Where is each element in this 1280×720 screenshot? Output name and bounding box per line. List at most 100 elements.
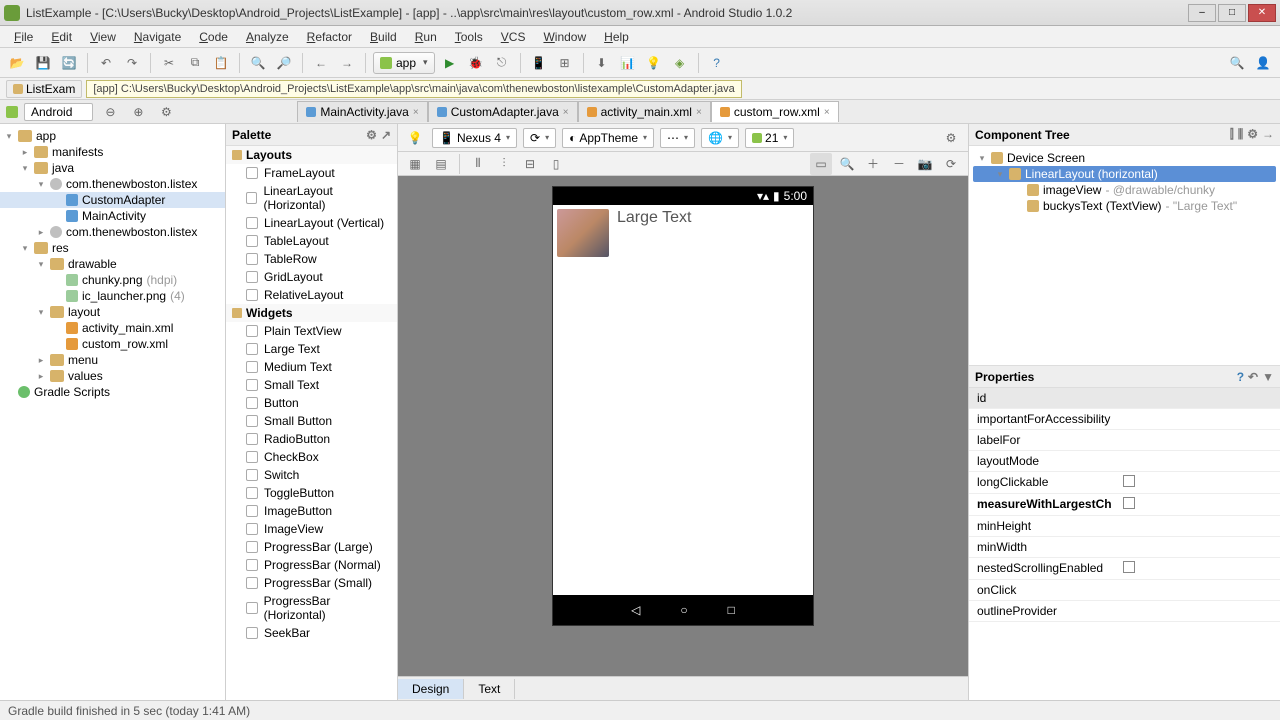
palette-item[interactable]: RadioButton [226, 430, 397, 448]
ct-gear-icon[interactable]: ⚙ [1247, 127, 1258, 142]
theme-dropdown[interactable]: ◐AppTheme [562, 128, 654, 148]
palette-item[interactable]: ProgressBar (Large) [226, 538, 397, 556]
property-row[interactable]: measureWithLargestCh [969, 494, 1280, 516]
tree-item[interactable]: ▾java [0, 160, 225, 176]
designer-tab-text[interactable]: Text [464, 679, 515, 699]
find-icon[interactable]: 🔍 [247, 52, 269, 74]
attach-icon[interactable]: ⎋ [491, 52, 513, 74]
zoom-out-icon[interactable]: － [888, 153, 910, 175]
property-row[interactable]: minWidth [969, 537, 1280, 558]
tab-close-icon[interactable]: × [563, 107, 569, 118]
property-row[interactable]: minHeight [969, 516, 1280, 537]
device-dropdown[interactable]: 📱Nexus 4 [432, 128, 517, 148]
tab-close-icon[interactable]: × [824, 107, 830, 118]
design-canvas[interactable]: ▾▴ ▮ 5:00 Large Text ◁ ○ □ [398, 176, 968, 676]
help-icon[interactable]: ? [706, 52, 728, 74]
palette-gear-icon[interactable]: ⚙ [366, 128, 377, 142]
run-icon[interactable]: ▶ [439, 52, 461, 74]
search-icon[interactable]: 🔍 [1226, 52, 1248, 74]
undo-icon[interactable]: ↶ [95, 52, 117, 74]
tree-item[interactable]: chunky.png (hdpi) [0, 272, 225, 288]
redo-icon[interactable]: ↷ [121, 52, 143, 74]
project-view-selector[interactable]: Android [24, 103, 93, 121]
collapse-all-icon[interactable]: ⫼ [1238, 127, 1244, 142]
menu-build[interactable]: Build [362, 28, 405, 46]
menu-view[interactable]: View [82, 28, 124, 46]
zoom-fit-icon[interactable]: 🔍 [836, 153, 858, 175]
palette-arrow-icon[interactable]: ↗ [381, 128, 391, 142]
tree-item[interactable]: ▾layout [0, 304, 225, 320]
screenshot-icon[interactable]: 📷 [914, 153, 936, 175]
android-small-icon[interactable]: ◈ [669, 52, 691, 74]
textview-preview[interactable]: Large Text [617, 209, 691, 227]
property-row[interactable]: longClickable [969, 472, 1280, 494]
component-tree[interactable]: ▾Device Screen▾LinearLayout (horizontal)… [969, 146, 1280, 366]
tree-item[interactable]: ▾drawable [0, 256, 225, 272]
tree-item[interactable]: ▾res [0, 240, 225, 256]
palette-item[interactable]: ToggleButton [226, 484, 397, 502]
project-tree[interactable]: ▾app▸manifests▾java▾com.thenewboston.lis… [0, 124, 226, 700]
property-row[interactable]: importantForAccessibility [969, 409, 1280, 430]
palette-item[interactable]: Medium Text [226, 358, 397, 376]
light-icon[interactable]: 💡 [404, 127, 426, 149]
expand-icon[interactable]: ⊕ [127, 101, 149, 123]
tree-item[interactable]: CustomAdapter [0, 192, 225, 208]
sync-icon[interactable]: 🔄 [58, 52, 80, 74]
editor-tab[interactable]: custom_row.xml× [711, 101, 839, 122]
palette-item[interactable]: ImageView [226, 520, 397, 538]
property-row[interactable]: outlineProvider [969, 601, 1280, 622]
palette-item[interactable]: LinearLayout (Vertical) [226, 214, 397, 232]
monitor-icon[interactable]: 📊 [617, 52, 639, 74]
debug-icon[interactable]: 🐞 [465, 52, 487, 74]
memory-icon[interactable]: 💡 [643, 52, 665, 74]
palette-item[interactable]: Large Text [226, 340, 397, 358]
menu-file[interactable]: File [6, 28, 41, 46]
api-dropdown[interactable]: 21 [745, 128, 794, 148]
palette-list[interactable]: LayoutsFrameLayoutLinearLayout (Horizont… [226, 146, 397, 700]
palette-item[interactable]: GridLayout [226, 268, 397, 286]
back-icon[interactable]: ← [310, 52, 332, 74]
component-tree-item[interactable]: imageView - @drawable/chunky [973, 182, 1276, 198]
menu-code[interactable]: Code [191, 28, 236, 46]
tree-item[interactable]: ic_launcher.png (4) [0, 288, 225, 304]
menu-run[interactable]: Run [407, 28, 445, 46]
palette-item[interactable]: ProgressBar (Small) [226, 574, 397, 592]
palette-item[interactable]: Plain TextView [226, 322, 397, 340]
expand-all-icon[interactable]: ⫿ [1230, 127, 1234, 142]
cut-icon[interactable]: ✂ [158, 52, 180, 74]
menu-vcs[interactable]: VCS [493, 28, 534, 46]
zoom-in-icon[interactable]: ＋ [862, 153, 884, 175]
palette-item[interactable]: ImageButton [226, 502, 397, 520]
align2-icon[interactable]: ⫶ [493, 153, 515, 175]
grid-icon[interactable]: ▦ [404, 153, 426, 175]
close-button[interactable]: ✕ [1248, 4, 1276, 22]
align4-icon[interactable]: ▯ [545, 153, 567, 175]
tree-item[interactable]: ▾app [0, 128, 225, 144]
collapse-icon[interactable]: ⊖ [99, 101, 121, 123]
palette-item[interactable]: ProgressBar (Horizontal) [226, 592, 397, 624]
property-row[interactable]: nestedScrollingEnabled [969, 558, 1280, 580]
palette-group[interactable]: Widgets [226, 304, 397, 322]
palette-item[interactable]: FrameLayout [226, 164, 397, 182]
tree-item[interactable]: MainActivity [0, 208, 225, 224]
component-tree-item[interactable]: ▾Device Screen [973, 150, 1276, 166]
palette-item[interactable]: Switch [226, 466, 397, 484]
editor-tab[interactable]: CustomAdapter.java× [428, 101, 578, 122]
replace-icon[interactable]: 🔎 [273, 52, 295, 74]
forward-icon[interactable]: → [336, 52, 358, 74]
design-gear-icon[interactable]: ⚙ [940, 127, 962, 149]
component-tree-item[interactable]: buckysText (TextView) - "Large Text" [973, 198, 1276, 214]
prop-filter-icon[interactable]: ▼ [1262, 370, 1274, 384]
activity-dropdown[interactable]: ⋯ [660, 128, 695, 148]
tree-item[interactable]: custom_row.xml [0, 336, 225, 352]
palette-item[interactable]: SeekBar [226, 624, 397, 642]
user-icon[interactable]: 👤 [1252, 52, 1274, 74]
copy-icon[interactable]: ⧉ [184, 52, 206, 74]
tree-item[interactable]: ▸com.thenewboston.listex [0, 224, 225, 240]
open-icon[interactable]: 📂 [6, 52, 28, 74]
tab-close-icon[interactable]: × [696, 107, 702, 118]
menu-help[interactable]: Help [596, 28, 637, 46]
imageview-preview[interactable] [557, 209, 609, 257]
menu-tools[interactable]: Tools [447, 28, 491, 46]
designer-tab-design[interactable]: Design [398, 679, 464, 699]
